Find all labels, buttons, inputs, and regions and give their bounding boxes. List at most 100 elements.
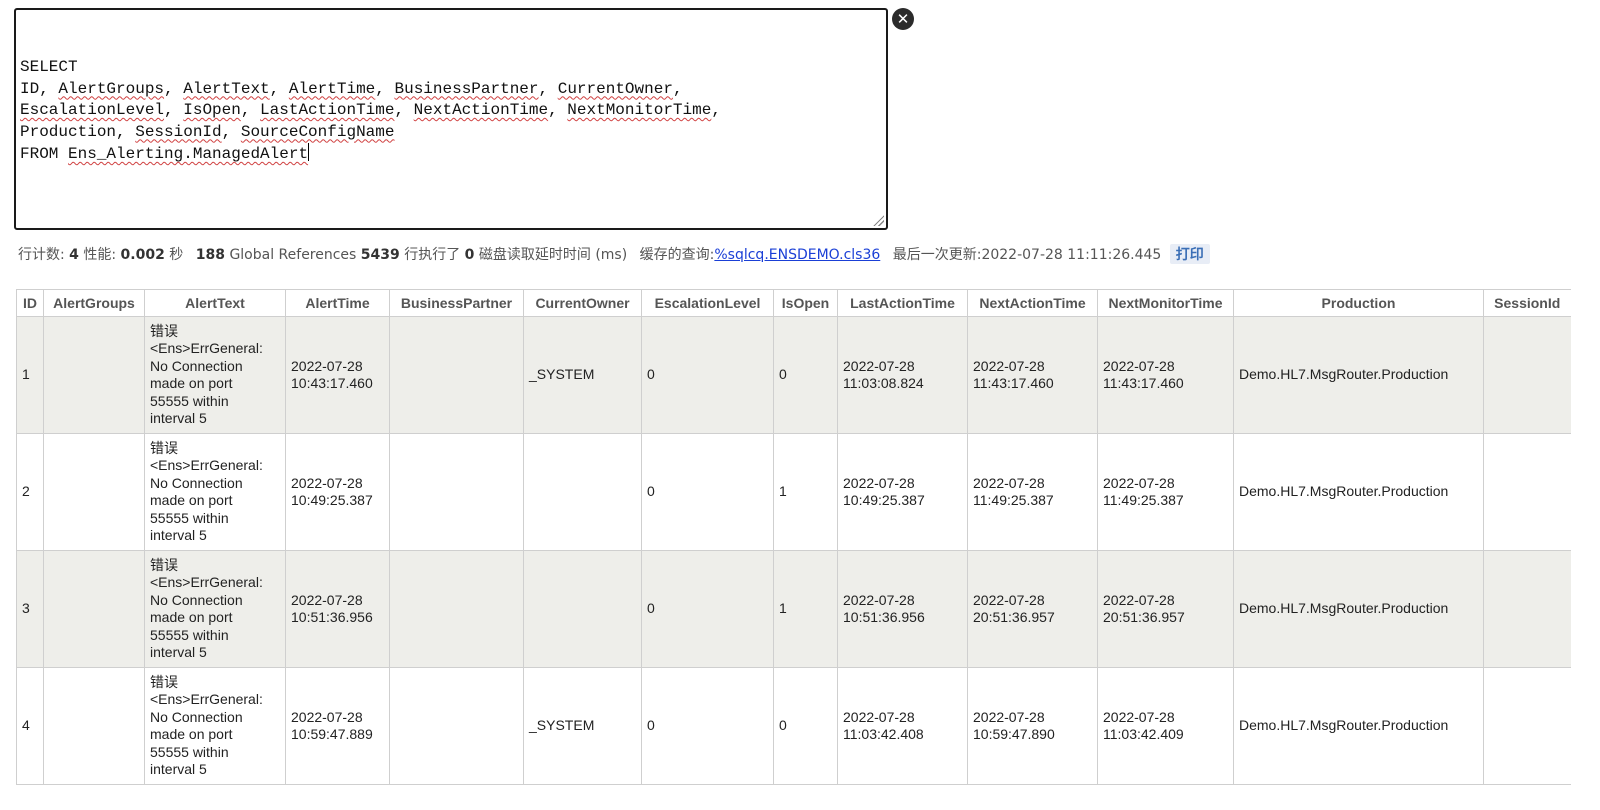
cell-value: Demo.HL7.MsgRouter.Production bbox=[1239, 366, 1449, 383]
cell-value: 0 bbox=[647, 483, 655, 500]
column-header-alerttext[interactable]: AlertText bbox=[144, 289, 286, 317]
sql-token: AlertGroups bbox=[58, 79, 165, 98]
column-header-isopen[interactable]: IsOpen bbox=[773, 289, 838, 317]
performance-label: 性能: bbox=[83, 247, 117, 263]
cached-query-link[interactable]: %sqlcq.ENSDEMO.cls36 bbox=[714, 247, 880, 263]
cell-escalationlevel: 0 bbox=[641, 667, 774, 785]
cell-alerttime: 2022-07-28 10:59:47.889 bbox=[285, 667, 390, 785]
cell-lastactiontime: 2022-07-28 10:51:36.956 bbox=[837, 550, 968, 668]
cell-alerttext: 错误 <Ens>ErrGeneral: No Connection made o… bbox=[144, 550, 286, 668]
lines-executed-label: 行执行了 bbox=[404, 247, 461, 263]
cell-production: Demo.HL7.MsgRouter.Production bbox=[1233, 667, 1484, 785]
sql-line: SELECT bbox=[20, 57, 882, 79]
table-row: 1 错误 <Ens>ErrGeneral: No Connection made … bbox=[16, 316, 1571, 434]
column-header-id[interactable]: ID bbox=[16, 289, 44, 317]
text-caret bbox=[308, 143, 310, 161]
performance-value: 0.002 bbox=[120, 247, 165, 263]
cell-value: 0 bbox=[779, 717, 787, 734]
cell-nextmonitortime: 2022-07-28 11:43:17.460 bbox=[1097, 316, 1234, 434]
sql-token: , bbox=[711, 101, 721, 119]
sql-token: NextMonitorTime bbox=[567, 101, 712, 119]
cell-nextactiontime: 2022-07-28 11:49:25.387 bbox=[967, 433, 1098, 551]
row-count-label: 行计数: bbox=[18, 247, 65, 263]
cell-value: 2022-07-28 10:43:17.460 bbox=[291, 357, 373, 392]
cell-sessionid bbox=[1483, 316, 1571, 434]
sql-line: EscalationLevel, IsOpen, LastActionTime,… bbox=[20, 100, 882, 122]
sql-token: , bbox=[164, 79, 184, 98]
column-header-currentowner[interactable]: CurrentOwner bbox=[523, 289, 642, 317]
cell-alerttext: 错误 <Ens>ErrGeneral: No Connection made o… bbox=[144, 667, 286, 785]
cell-value: 3 bbox=[22, 600, 30, 617]
column-header-sessionid[interactable]: SessionId bbox=[1483, 289, 1571, 317]
cell-alerttext: 错误 <Ens>ErrGeneral: No Connection made o… bbox=[144, 433, 286, 551]
sql-token: CurrentOwner bbox=[557, 79, 673, 98]
last-updated-value: 2022-07-28 11:11:26.445 bbox=[981, 247, 1162, 263]
cell-value: 2022-07-28 10:51:36.956 bbox=[843, 591, 925, 626]
cell-production: Demo.HL7.MsgRouter.Production bbox=[1233, 550, 1484, 668]
cell-value: 2022-07-28 11:03:42.409 bbox=[1103, 708, 1184, 743]
column-header-escalationlevel[interactable]: EscalationLevel bbox=[641, 289, 774, 317]
cell-businesspartner bbox=[389, 667, 524, 785]
cell-value: Demo.HL7.MsgRouter.Production bbox=[1239, 483, 1449, 500]
cell-lastactiontime: 2022-07-28 11:03:08.824 bbox=[837, 316, 968, 434]
sql-token: BusinessPartner bbox=[394, 79, 539, 98]
cell-alerttime: 2022-07-28 10:49:25.387 bbox=[285, 433, 390, 551]
sql-token: , bbox=[548, 101, 568, 119]
cell-value: 错误 <Ens>ErrGeneral: No Connection made o… bbox=[150, 322, 263, 427]
cell-value: Demo.HL7.MsgRouter.Production bbox=[1239, 600, 1449, 617]
cell-nextmonitortime: 2022-07-28 11:49:25.387 bbox=[1097, 433, 1234, 551]
sql-line: ID, AlertGroups, AlertText, AlertTime, B… bbox=[20, 79, 882, 101]
cell-value: 错误 <Ens>ErrGeneral: No Connection made o… bbox=[150, 556, 263, 661]
sql-token: , bbox=[394, 101, 414, 119]
cell-value: 错误 <Ens>ErrGeneral: No Connection made o… bbox=[150, 673, 263, 778]
cell-value: 2022-07-28 11:03:08.824 bbox=[843, 357, 924, 392]
column-header-nextactiontime[interactable]: NextActionTime bbox=[967, 289, 1098, 317]
row-count-value: 4 bbox=[69, 247, 79, 263]
cell-value: 2022-07-28 10:51:36.956 bbox=[291, 591, 373, 626]
cell-value: 2022-07-28 10:59:47.889 bbox=[291, 708, 373, 743]
cell-value: 0 bbox=[647, 366, 655, 383]
cell-value: 2022-07-28 11:03:42.408 bbox=[843, 708, 924, 743]
sql-token: , bbox=[672, 79, 683, 98]
cell-sessionid bbox=[1483, 550, 1571, 668]
cell-isopen: 1 bbox=[773, 433, 838, 551]
sql-token: Ens_Alerting.ManagedAlert bbox=[68, 145, 309, 163]
cell-nextactiontime: 2022-07-28 10:59:47.890 bbox=[967, 667, 1098, 785]
column-header-alertgroups[interactable]: AlertGroups bbox=[43, 289, 145, 317]
cell-businesspartner bbox=[389, 433, 524, 551]
cached-query-label: 缓存的查询: bbox=[639, 247, 715, 263]
lines-executed-value: 5439 bbox=[360, 247, 400, 263]
cell-id: 2 bbox=[16, 433, 44, 551]
column-header-production[interactable]: Production bbox=[1233, 289, 1484, 317]
cell-alerttime: 2022-07-28 10:51:36.956 bbox=[285, 550, 390, 668]
table-row: 2 错误 <Ens>ErrGeneral: No Connection made … bbox=[16, 433, 1571, 551]
results-table: ID AlertGroups AlertText AlertTime BusinessP… bbox=[16, 289, 1571, 785]
sql-query-editor[interactable]: SELECT ID, AlertGroups, AlertText, AlertT… bbox=[14, 8, 888, 230]
close-circle-icon[interactable]: ✕ bbox=[892, 8, 914, 30]
cell-sessionid bbox=[1483, 667, 1571, 785]
sql-token: , bbox=[269, 79, 289, 98]
column-header-alerttime[interactable]: AlertTime bbox=[285, 289, 390, 317]
sql-line: FROM Ens_Alerting.ManagedAlert bbox=[20, 143, 882, 165]
cell-alertgroups bbox=[43, 433, 145, 551]
column-header-lastactiontime[interactable]: LastActionTime bbox=[837, 289, 968, 317]
cell-id: 3 bbox=[16, 550, 44, 668]
sql-token: EscalationLevel bbox=[20, 101, 165, 119]
cell-lastactiontime: 2022-07-28 10:49:25.387 bbox=[837, 433, 968, 551]
disk-latency-value: 0 bbox=[464, 247, 475, 263]
performance-unit: 秒 bbox=[169, 247, 184, 263]
column-header-nextmonitortime[interactable]: NextMonitorTime bbox=[1097, 289, 1234, 317]
resize-grip-icon[interactable] bbox=[872, 214, 884, 226]
sql-token: , bbox=[538, 79, 558, 98]
sql-token: SessionId bbox=[135, 122, 222, 141]
cell-production: Demo.HL7.MsgRouter.Production bbox=[1233, 433, 1484, 551]
cell-value: Demo.HL7.MsgRouter.Production bbox=[1239, 717, 1449, 734]
cell-id: 4 bbox=[16, 667, 44, 785]
cell-production: Demo.HL7.MsgRouter.Production bbox=[1233, 316, 1484, 434]
cell-alertgroups bbox=[43, 316, 145, 434]
table-header-row: ID AlertGroups AlertText AlertTime BusinessP… bbox=[16, 289, 1571, 317]
cell-nextactiontime: 2022-07-28 20:51:36.957 bbox=[967, 550, 1098, 668]
cell-value: 2022-07-28 20:51:36.957 bbox=[1103, 591, 1185, 626]
print-button[interactable]: 打印 bbox=[1169, 244, 1210, 264]
column-header-businesspartner[interactable]: BusinessPartner bbox=[389, 289, 524, 317]
